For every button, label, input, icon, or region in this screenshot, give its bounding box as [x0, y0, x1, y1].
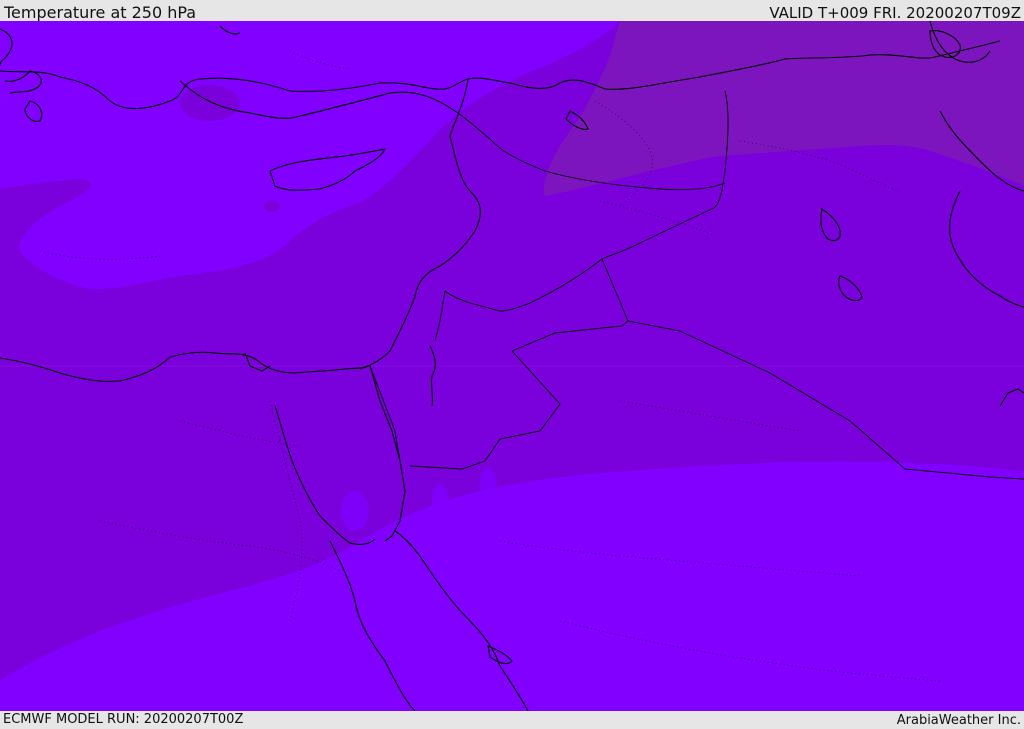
model-run-label: ECMWF MODEL RUN: 20200207T00Z	[3, 712, 244, 727]
temperature-patch	[480, 467, 496, 499]
temperature-patch	[180, 85, 240, 121]
credit-label: ArabiaWeather Inc.	[896, 713, 1021, 728]
map-title: Temperature at 250 hPa	[4, 3, 197, 22]
temperature-patch	[432, 483, 448, 515]
temperature-patch	[264, 200, 280, 212]
header-bar: Temperature at 250 hPa VALID T+009 FRI. …	[0, 0, 1024, 21]
temperature-patch	[341, 491, 369, 531]
valid-time: VALID T+009 FRI. 20200207T09Z	[769, 4, 1021, 22]
temperature-map[interactable]	[0, 21, 1024, 711]
footer-bar: ECMWF MODEL RUN: 20200207T00Z ArabiaWeat…	[0, 711, 1024, 729]
